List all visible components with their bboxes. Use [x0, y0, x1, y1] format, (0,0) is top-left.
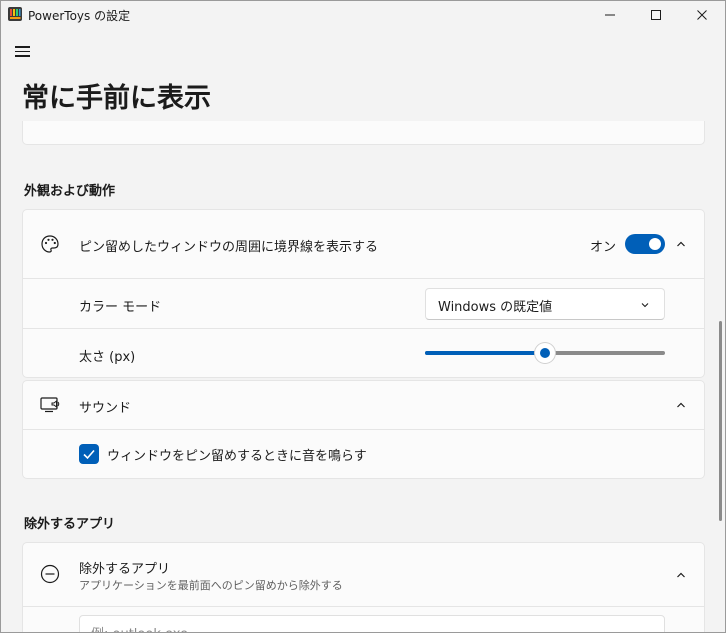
- slider-fill: [425, 351, 545, 355]
- sound-checkbox[interactable]: [79, 444, 99, 464]
- color-mode-label: カラー モード: [79, 300, 162, 315]
- checkmark-icon: [83, 449, 95, 460]
- color-mode-dropdown[interactable]: Windows の既定値: [425, 288, 665, 320]
- sound-icon: [40, 397, 60, 413]
- divider: [22, 278, 705, 279]
- navigation-menu-button[interactable]: [15, 43, 35, 59]
- title-bar: PowerToys の設定: [1, 1, 725, 29]
- thickness-slider[interactable]: [425, 343, 665, 363]
- excluded-apps-label: 除外するアプリ: [79, 562, 171, 577]
- close-button[interactable]: [679, 1, 725, 29]
- maximize-button[interactable]: [633, 1, 679, 29]
- divider: [22, 429, 705, 430]
- powertoys-logo-icon: [8, 7, 22, 21]
- page-title: 常に手前に表示: [22, 83, 211, 114]
- minimize-button[interactable]: [587, 1, 633, 29]
- thickness-label: 太さ (px): [79, 350, 136, 365]
- divider: [23, 328, 704, 329]
- divider: [22, 606, 705, 607]
- excluded-apps-section-header: 除外するアプリ: [24, 517, 116, 532]
- border-setting-label: ピン留めしたウィンドウの周囲に境界線を表示する: [79, 240, 379, 255]
- chevron-up-icon[interactable]: [675, 399, 687, 411]
- border-toggle-switch[interactable]: [625, 234, 665, 254]
- palette-icon: [41, 235, 59, 253]
- chevron-down-icon: [641, 303, 649, 308]
- color-mode-selected-value: Windows の既定値: [438, 300, 553, 315]
- vertical-scrollbar[interactable]: [719, 321, 722, 521]
- previous-settings-card: [22, 121, 705, 145]
- minimize-icon: [605, 14, 615, 16]
- excluded-apps-description: アプリケーションを最前面へのピン留めから除外する: [79, 579, 343, 592]
- maximize-icon: [651, 10, 661, 20]
- chevron-up-icon[interactable]: [675, 238, 687, 250]
- excluded-apps-textbox[interactable]: 例: outlook.exe: [79, 615, 665, 632]
- sound-checkbox-label: ウィンドウをピン留めするときに音を鳴らす: [107, 449, 367, 464]
- window-title: PowerToys の設定: [28, 9, 131, 23]
- close-icon: [697, 10, 707, 20]
- toggle-state-label: オン: [590, 240, 617, 255]
- settings-window: PowerToys の設定 常に手前に表示 外観および動作 ピン留めしたウィンド…: [0, 0, 726, 633]
- sound-label: サウンド: [79, 401, 132, 416]
- excluded-apps-placeholder: 例: outlook.exe: [91, 623, 188, 632]
- appearance-section-header: 外観および動作: [24, 184, 116, 199]
- minus-circle-icon: [40, 564, 60, 584]
- slider-thumb[interactable]: [535, 343, 555, 363]
- chevron-up-icon[interactable]: [675, 569, 687, 581]
